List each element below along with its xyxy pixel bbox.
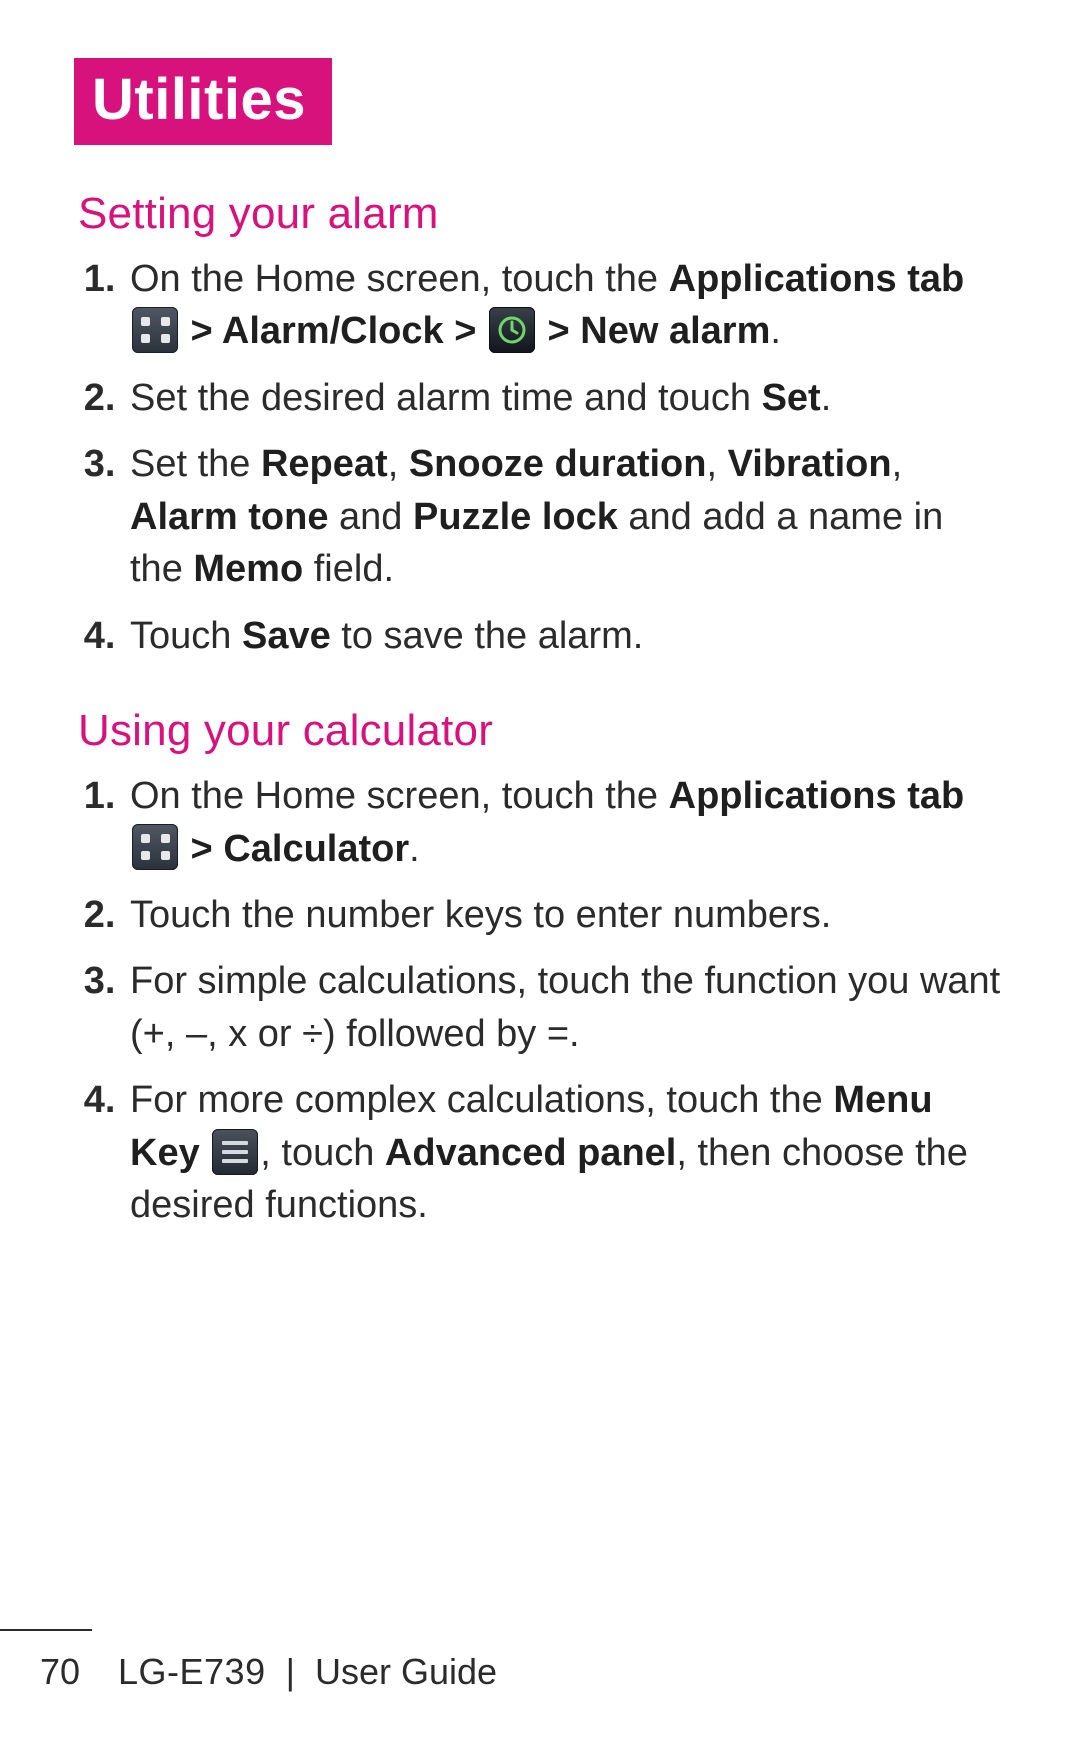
bold-text: >	[537, 310, 580, 352]
list-item: Set the Repeat, Snooze duration, Vibrati…	[126, 438, 1002, 595]
bold-text: Advanced panel	[385, 1132, 676, 1174]
body-text: field.	[303, 548, 394, 590]
calculator-steps-list: On the Home screen, touch the Applicatio…	[78, 770, 1002, 1232]
body-text: ,	[706, 443, 727, 485]
body-text: to save the alarm.	[331, 615, 644, 657]
bold-text: Alarm tone	[130, 496, 328, 538]
body-text: Set the	[130, 443, 261, 485]
chapter-title: Utilities	[92, 67, 306, 132]
list-item: For more complex calculations, touch the…	[126, 1074, 1002, 1231]
bold-text: Repeat	[261, 443, 388, 485]
bold-text: Set	[762, 377, 821, 419]
menu-key-icon	[212, 1129, 258, 1175]
list-item: On the Home screen, touch the Applicatio…	[126, 253, 1002, 358]
bold-text: Applications tab	[669, 258, 965, 300]
body-text: Set the desired alarm time and touch	[130, 377, 762, 419]
footer-rule	[0, 1629, 92, 1631]
alarm-steps-list: On the Home screen, touch the Applicatio…	[78, 253, 1002, 662]
bold-text: Vibration	[728, 443, 892, 485]
body-text: On the Home screen, touch the	[130, 775, 669, 817]
body-text: and	[328, 496, 413, 538]
list-item: Touch Save to save the alarm.	[126, 610, 1002, 662]
body-text: , touch	[260, 1132, 385, 1174]
apps-tab-icon	[132, 307, 178, 353]
body-text: For simple calculations, touch the funct…	[130, 960, 1000, 1054]
bold-text: Save	[242, 615, 331, 657]
body-text: ,	[388, 443, 409, 485]
page-number: 70	[40, 1651, 80, 1693]
body-text: On the Home screen, touch the	[130, 258, 669, 300]
bold-text: Alarm/Clock	[222, 310, 444, 352]
bold-text: New alarm	[580, 310, 770, 352]
body-text: ,	[892, 443, 903, 485]
bold-text: Snooze duration	[409, 443, 707, 485]
body-text: For more complex calculations, touch the	[130, 1079, 833, 1121]
section-heading-alarm: Setting your alarm	[78, 189, 1002, 239]
doc-title: User Guide	[315, 1651, 497, 1692]
manual-page: Utilities Setting your alarm On the Home…	[0, 0, 1080, 1761]
footer-separator: |	[286, 1651, 295, 1692]
model-number: LG-E739	[118, 1651, 266, 1692]
bold-text: >	[444, 310, 487, 352]
body-text: .	[821, 377, 832, 419]
bold-text: >	[180, 828, 223, 870]
bold-text: Calculator	[223, 828, 409, 870]
bold-text: Applications tab	[669, 775, 965, 817]
section-heading-calculator: Using your calculator	[78, 706, 1002, 756]
apps-tab-icon	[132, 824, 178, 870]
body-text: Touch the number keys to enter numbers.	[130, 894, 831, 936]
body-text: .	[770, 310, 781, 352]
list-item: On the Home screen, touch the Applicatio…	[126, 770, 1002, 875]
alarm-clock-icon	[489, 307, 535, 353]
body-text: Touch	[130, 615, 242, 657]
list-item: Set the desired alarm time and touch Set…	[126, 372, 1002, 424]
list-item: For simple calculations, touch the funct…	[126, 955, 1002, 1060]
bold-text: Puzzle lock	[413, 496, 618, 538]
bold-text: Memo	[193, 548, 303, 590]
chapter-title-banner: Utilities	[74, 58, 332, 145]
body-text: .	[409, 828, 420, 870]
bold-text: >	[180, 310, 222, 352]
page-footer: 70 LG-E739 | User Guide	[0, 1651, 1080, 1693]
list-item: Touch the number keys to enter numbers.	[126, 889, 1002, 941]
